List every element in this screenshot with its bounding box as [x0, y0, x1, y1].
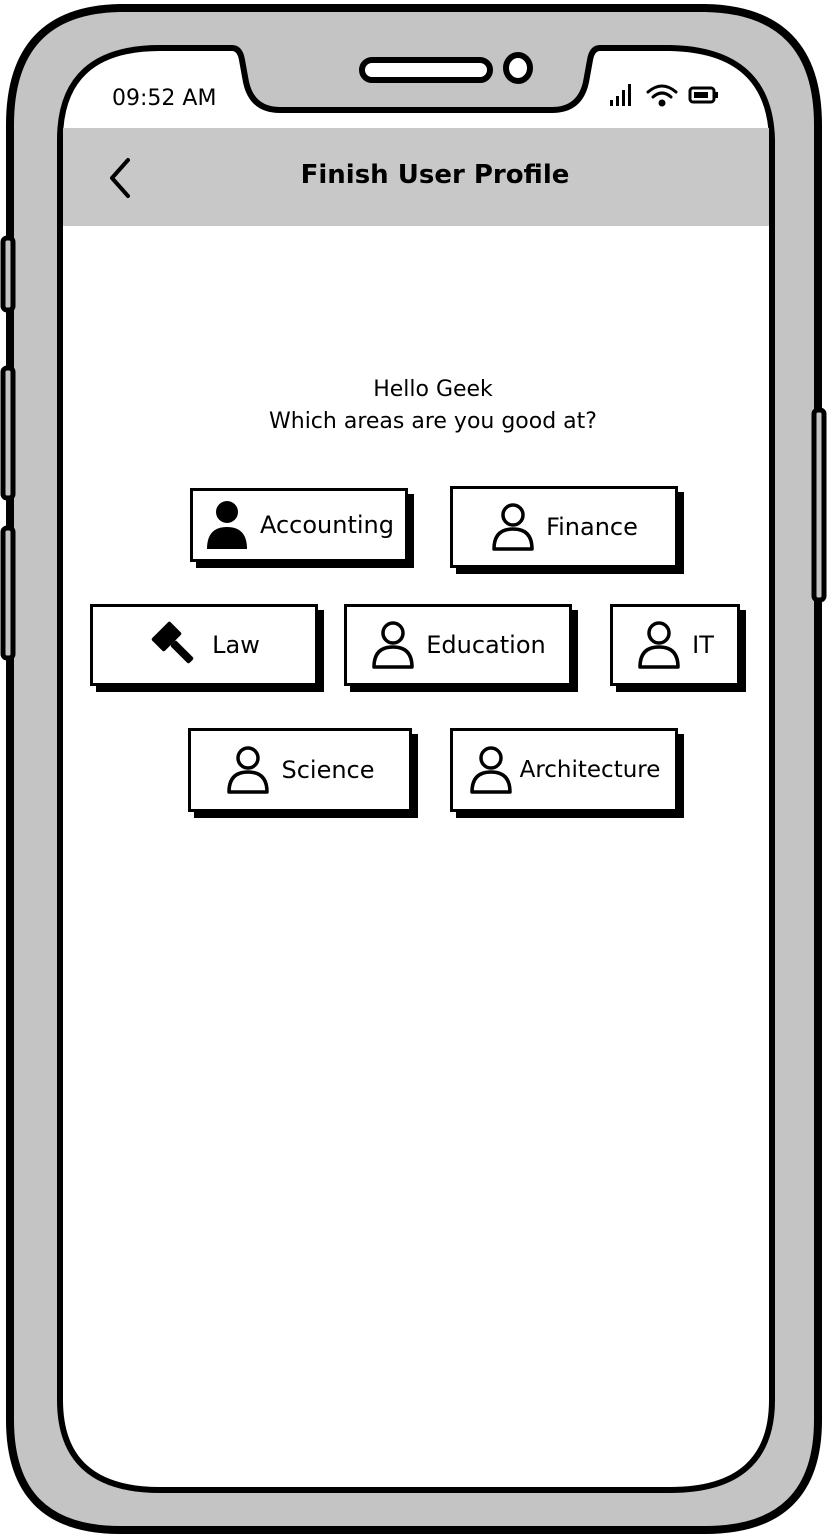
user-outline-icon [492, 503, 534, 551]
area-chip-label: IT [692, 631, 714, 659]
area-chip-label: Law [212, 631, 260, 659]
area-chip-law[interactable]: Law [90, 604, 318, 686]
greeting-line-1: Hello Geek [373, 377, 493, 402]
chevron-left-icon [110, 158, 130, 198]
area-chip-architecture[interactable]: Architecture [450, 728, 678, 812]
area-chip-finance[interactable]: Finance [450, 486, 678, 568]
status-icons [610, 84, 718, 107]
user-outline-icon [469, 746, 512, 794]
user-outline-icon [227, 746, 270, 794]
signal-icon [610, 84, 631, 106]
area-chip-it[interactable]: IT [610, 604, 740, 686]
area-chip-accounting[interactable]: Accounting [190, 488, 408, 562]
gavel-icon [151, 621, 194, 664]
area-chip-science[interactable]: Science [188, 728, 412, 812]
greeting-text: Hello Geek Which areas are you good at? [150, 374, 716, 438]
area-chip-label: Architecture [519, 757, 661, 783]
user-filled-icon [206, 501, 247, 549]
phone-frame [0, 4, 827, 1534]
wifi-icon [646, 84, 678, 107]
area-chip-label: Science [281, 756, 375, 784]
area-chip-label: Education [426, 631, 546, 659]
user-outline-icon [638, 621, 680, 669]
user-outline-icon [372, 621, 414, 669]
area-chip-label: Accounting [259, 511, 394, 539]
status-time: 09:52 AM [112, 86, 217, 111]
area-chip-label: Finance [546, 513, 638, 541]
area-chip-education[interactable]: Education [344, 604, 572, 686]
back-button[interactable] [100, 152, 144, 204]
battery-icon [688, 86, 718, 104]
page-title: Finish User Profile [300, 160, 570, 190]
greeting-line-2: Which areas are you good at? [269, 409, 597, 434]
